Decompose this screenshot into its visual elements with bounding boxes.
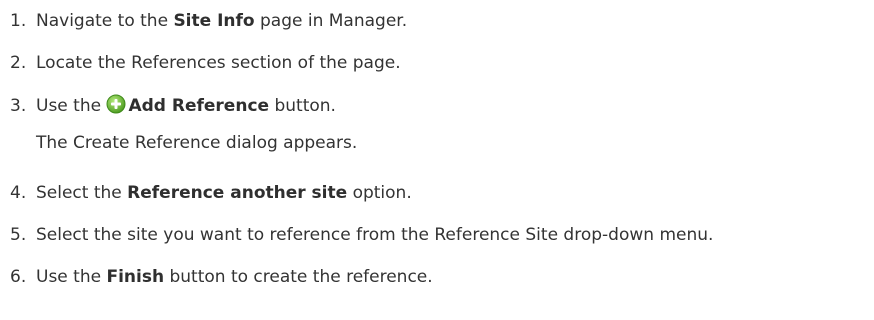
ui-term-reference-another-site: Reference another site — [127, 183, 348, 203]
step-2: 2. Locate the References section of the p… — [10, 52, 401, 74]
step-3-note: The Create Reference dialog appears. — [36, 133, 358, 153]
step-text: option. — [347, 183, 412, 203]
step-text: Navigate to the — [36, 11, 174, 31]
step-text: button to create the reference. — [164, 267, 433, 287]
step-text: Select the site you want to reference fr… — [36, 225, 714, 245]
step-text: Use the — [36, 96, 107, 116]
step-text: page in Manager. — [254, 11, 408, 31]
step-number: 6. — [10, 267, 27, 287]
step-text: Locate the References section of the pag… — [36, 53, 401, 73]
step-text: Use the — [36, 267, 107, 287]
step-number: 1. — [10, 11, 27, 31]
step-text: Select the — [36, 183, 128, 203]
step-number: 3. — [10, 96, 27, 116]
step-number: 2. — [10, 53, 27, 73]
ui-term-finish: Finish — [106, 267, 165, 287]
step-5: 5. Select the site you want to reference … — [10, 224, 713, 246]
step-number: 5. — [10, 225, 27, 245]
add-icon — [106, 94, 126, 114]
step-3: 3. Use the Add Reference button. — [10, 94, 336, 117]
ui-term-site-info: Site Info — [173, 11, 255, 31]
step-4: 4. Select the Reference another site opti… — [10, 182, 412, 204]
step-1: 1. Navigate to the Site Info page in Mana… — [10, 10, 407, 32]
step-number: 4. — [10, 183, 27, 203]
step-6: 6. Use the Finish button to create the re… — [10, 266, 433, 288]
instruction-list: 1. Navigate to the Site Info page in Mana… — [0, 0, 874, 320]
step-text: button. — [269, 96, 336, 116]
ui-term-add-reference: Add Reference — [128, 96, 270, 116]
